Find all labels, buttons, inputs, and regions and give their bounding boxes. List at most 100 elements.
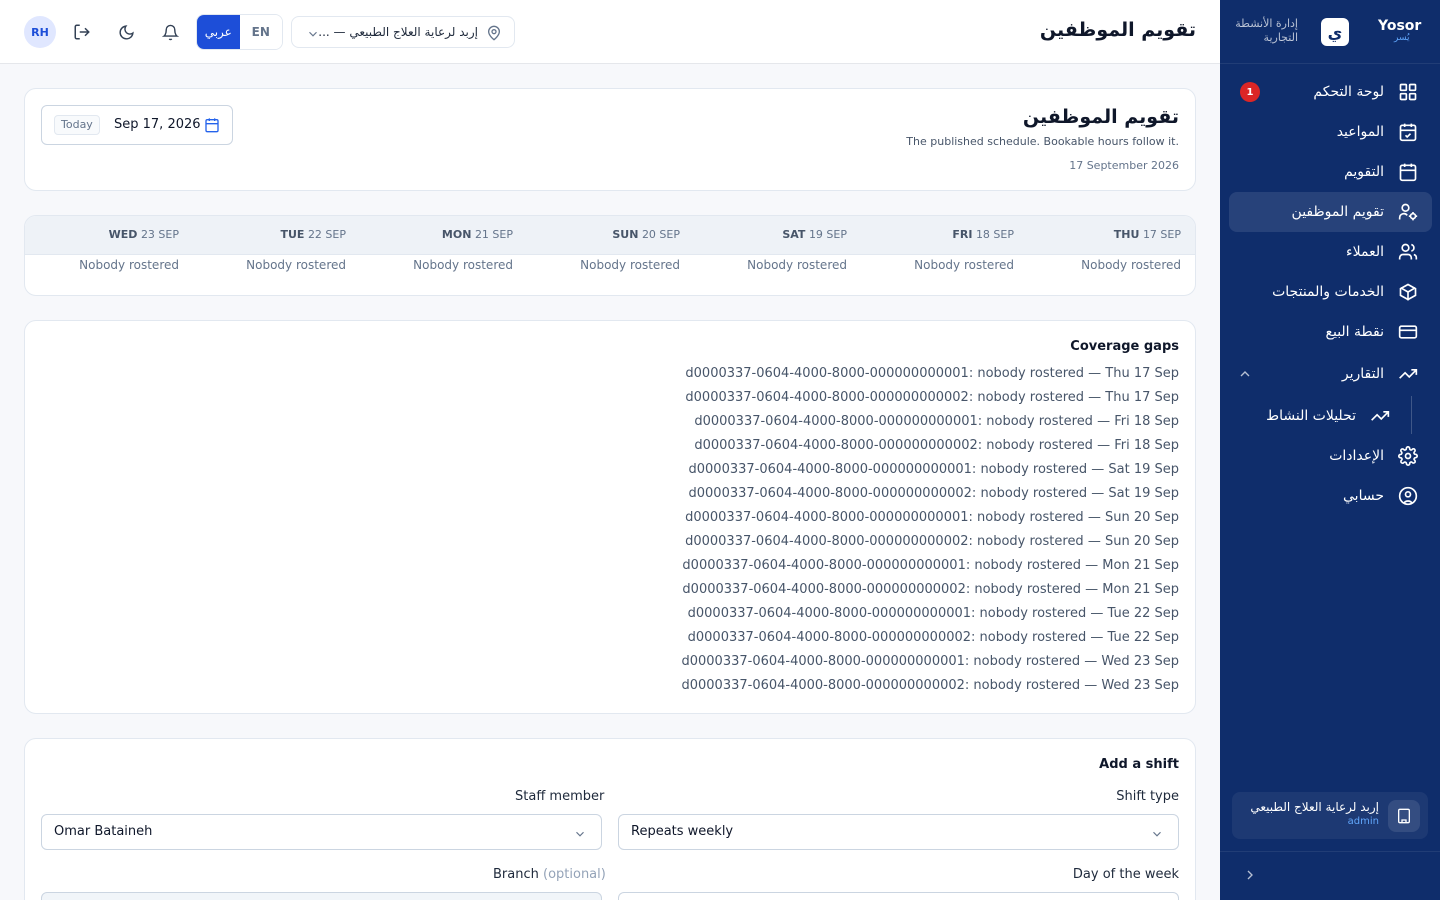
coverage-gap-item: d0000337-0604-4000-8000-000000000002: no… (682, 582, 1179, 597)
day-header: SAT 19 SEP (782, 228, 847, 241)
day-of-week: WED (108, 228, 138, 241)
chevron-right-icon[interactable] (1242, 867, 1258, 883)
add-shift-card: Add a shift Shift type Staff member Repe… (24, 738, 1196, 900)
bell-icon[interactable] (158, 20, 182, 44)
sidebar-item-label: لوحة التحكم (1313, 84, 1384, 100)
today-button[interactable]: Today (54, 115, 100, 135)
sidebar-item-label: التقارير (1341, 366, 1384, 382)
sidebar-item-label: حسابي (1343, 488, 1384, 504)
day-date: 18 SEP (975, 228, 1014, 241)
top-header: تقويم الموظفين RH عربي EN إربد لرعاية ال… (0, 0, 1220, 64)
branch-select[interactable]: إربد لرعاية العلاج الطبيعي — ... (291, 16, 515, 48)
brand-subtitle: إدارة الأنشطة التجارية (1235, 17, 1298, 44)
day-date: 21 SEP (474, 228, 513, 241)
coverage-gap-item: d0000337-0604-4000-8000-000000000001: no… (685, 510, 1179, 525)
add-shift-title: Add a shift (1099, 757, 1179, 772)
sidebar-item-label: التقويم (1344, 164, 1384, 180)
sidebar-item-label: تحليلات النشاط (1266, 408, 1356, 424)
moon-icon[interactable] (114, 20, 138, 44)
calendar-icon (204, 117, 220, 133)
package-icon (1396, 280, 1420, 304)
staff-member-value: Omar Bataineh (54, 824, 153, 839)
chevron-up-icon[interactable] (1237, 366, 1253, 382)
chevron-down-icon (1150, 826, 1164, 840)
shift-type-select[interactable]: Repeats weekly (618, 814, 1179, 850)
brand-name: Yosor (1378, 18, 1422, 34)
day-date: 17 SEP (1142, 228, 1181, 241)
credit-card-icon (1396, 320, 1420, 344)
card-title: تقويم الموظفين (1022, 106, 1179, 128)
day-of-week: THU (1113, 228, 1140, 241)
sidebar-item-services-products[interactable]: الخدمات والمنتجات (1229, 272, 1432, 312)
day-header: THU 17 SEP (1114, 228, 1181, 241)
day-date: 20 SEP (641, 228, 680, 241)
avatar[interactable]: RH (24, 16, 56, 48)
week-roster-card: THU 17 SEP Nobody rostered FRI 18 SEP Nobod… (24, 215, 1196, 296)
coverage-gaps-title: Coverage gaps (1070, 339, 1179, 354)
sidebar-item-calendar[interactable]: التقويم (1229, 152, 1432, 192)
coverage-gap-item: d0000337-0604-4000-8000-000000000002: no… (687, 630, 1179, 645)
sidebar-item-label: الخدمات والمنتجات (1272, 284, 1384, 300)
chevron-down-icon (573, 826, 587, 840)
notification-badge: 1 (1240, 82, 1260, 102)
divider (1220, 851, 1440, 852)
sidebar-item-label: تقويم الموظفين (1291, 204, 1384, 220)
sidebar-item-label: نقطة البيع (1325, 324, 1384, 340)
branch-select-field[interactable] (41, 892, 602, 900)
sidebar-item-staff-calendar[interactable]: تقويم الموظفين (1229, 192, 1432, 232)
user-circle-icon (1396, 484, 1420, 508)
settings-icon (1396, 444, 1420, 468)
lang-ar-button[interactable]: عربي (197, 15, 240, 49)
day-of-week: SAT (782, 228, 806, 241)
sidebar-item-label: الإعدادات (1329, 448, 1384, 464)
submenu-line (1411, 396, 1412, 434)
sidebar-item-account[interactable]: حسابي (1229, 476, 1432, 516)
sidebar: ي Yosor يُسر إدارة الأنشطة التجارية لوحة… (1220, 0, 1440, 900)
date-picker[interactable]: Today Sep 17, 2026 (41, 105, 233, 145)
branch-label-text: Branch (493, 867, 539, 882)
shift-type-label: Shift type (1116, 789, 1179, 804)
sidebar-item-activity-analytics[interactable]: تحليلات النشاط (1224, 396, 1404, 436)
brand[interactable]: ي Yosor يُسر إدارة الأنشطة التجارية (1220, 0, 1440, 64)
page-title: تقويم الموظفين (1039, 19, 1196, 41)
sidebar-item-label: العملاء (1346, 244, 1384, 260)
day-of-week-select[interactable] (618, 892, 1179, 900)
sidebar-item-reports[interactable]: التقارير (1229, 354, 1432, 394)
staff-member-label: Staff member (515, 789, 605, 804)
day-empty-state: Nobody rostered (914, 258, 1014, 272)
sidebar-item-dashboard[interactable]: لوحة التحكم 1 (1229, 72, 1432, 112)
coverage-gap-item: d0000337-0604-4000-8000-000000000001: no… (685, 366, 1179, 381)
day-header: TUE 22 SEP (280, 228, 346, 241)
sidebar-item-label: المواعيد (1336, 124, 1384, 140)
day-of-week: FRI (952, 228, 973, 241)
sidebar-item-pos[interactable]: نقطة البيع (1229, 312, 1432, 352)
logout-icon[interactable] (70, 20, 94, 44)
lang-en-button[interactable]: EN (239, 15, 282, 49)
day-header: SUN 20 SEP (612, 228, 680, 241)
org-role: admin (1347, 816, 1379, 827)
day-of-week: MON (441, 228, 472, 241)
day-date: 23 SEP (140, 228, 179, 241)
org-switcher[interactable]: إربد لرعاية العلاج الطبيعي admin (1232, 792, 1428, 839)
day-date: 22 SEP (307, 228, 346, 241)
coverage-gap-item: d0000337-0604-4000-8000-000000000001: no… (688, 462, 1179, 477)
users-icon (1396, 240, 1420, 264)
sidebar-item-appointments[interactable]: المواعيد (1229, 112, 1432, 152)
brand-name-ar: يُسر (1394, 33, 1410, 43)
staff-member-select[interactable]: Omar Bataineh (41, 814, 602, 850)
coverage-gap-item: d0000337-0604-4000-8000-000000000002: no… (685, 390, 1179, 405)
branch-label: Branch (optional) (493, 867, 606, 882)
coverage-gap-item: d0000337-0604-4000-8000-000000000001: no… (682, 558, 1179, 573)
day-header: WED 23 SEP (109, 228, 179, 241)
sidebar-item-customers[interactable]: العملاء (1229, 232, 1432, 272)
day-of-week: TUE (280, 228, 305, 241)
card-subtitle: The published schedule. Bookable hours f… (906, 135, 1179, 148)
day-empty-state: Nobody rostered (79, 258, 179, 272)
day-empty-state: Nobody rostered (413, 258, 513, 272)
logo: ي (1321, 18, 1349, 46)
sidebar-item-settings[interactable]: الإعدادات (1229, 436, 1432, 476)
coverage-gap-item: d0000337-0604-4000-8000-000000000001: no… (681, 654, 1179, 669)
coverage-gap-item: d0000337-0604-4000-8000-000000000001: no… (687, 606, 1179, 621)
day-empty-state: Nobody rostered (580, 258, 680, 272)
day-header: FRI 18 SEP (952, 228, 1014, 241)
